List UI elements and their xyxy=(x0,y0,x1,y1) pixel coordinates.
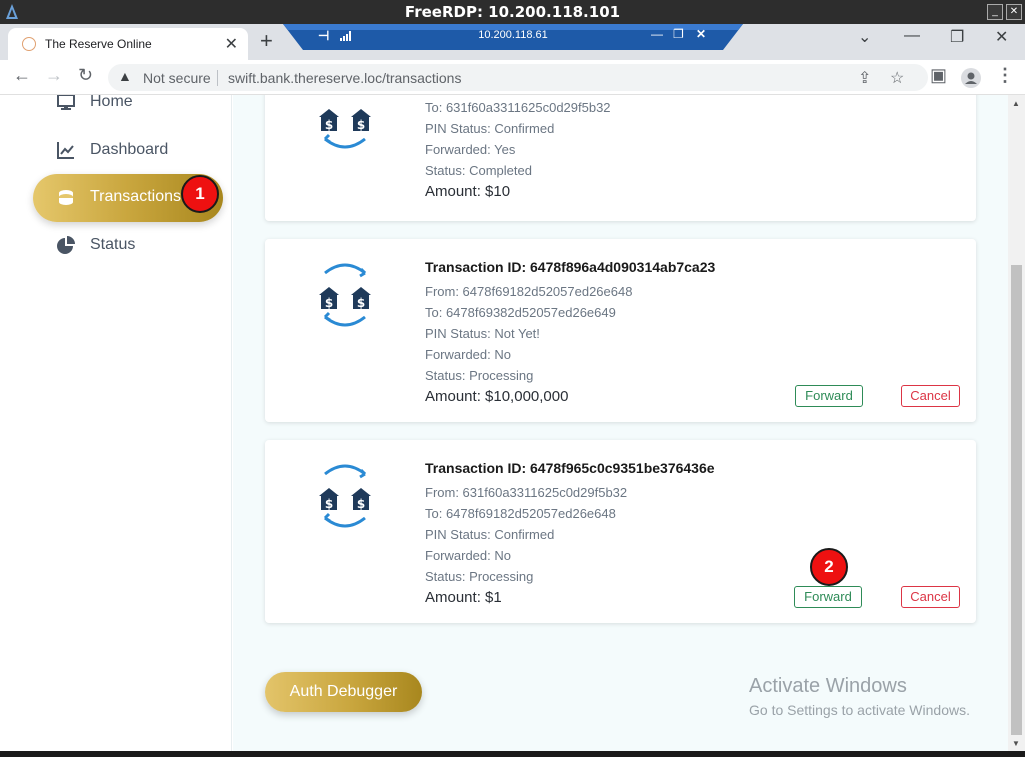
transaction-status: Status: Processing xyxy=(425,569,534,584)
site-favicon-icon xyxy=(22,37,36,51)
svg-text:$: $ xyxy=(357,118,365,132)
omnibox-divider xyxy=(217,70,218,86)
forward-arrow-icon[interactable]: → xyxy=(45,65,63,86)
transaction-status: Status: Completed xyxy=(425,163,532,178)
profile-avatar-icon[interactable] xyxy=(961,68,981,88)
bookmark-star-icon[interactable]: ☆ xyxy=(890,68,904,88)
tab-search-icon[interactable]: ⌄ xyxy=(858,27,871,47)
sidebar-item-label: Transactions xyxy=(90,188,181,205)
restore-window-button[interactable]: ❐ xyxy=(950,27,964,47)
svg-text:$: $ xyxy=(357,497,365,511)
transaction-from: From: 631f60a3311625c0d29f5b32 xyxy=(425,485,628,500)
sidebar-item-label: Dashboard xyxy=(90,141,169,158)
scroll-thumb[interactable] xyxy=(1011,265,1022,735)
main-content: $ $ To: 631f60a3311625c0d29f5b32 PIN Sta… xyxy=(233,95,1008,751)
omnibox[interactable]: ▲ Not secure swift.bank.thereserve.loc/t… xyxy=(108,64,928,91)
transaction-amount: Amount: $10,000,000 xyxy=(425,388,569,405)
sidebar-item-label: Status xyxy=(90,236,136,253)
transaction-amount: Amount: $10 xyxy=(425,183,511,200)
window-bottom-edge xyxy=(0,751,1025,757)
bank-transfer-icon: $ $ xyxy=(319,109,371,149)
cancel-button[interactable]: Cancel xyxy=(901,586,960,608)
side-panel-icon[interactable]: ▣ xyxy=(930,65,947,86)
transaction-status: Status: Processing xyxy=(425,368,534,383)
transaction-forwarded: Forwarded: No xyxy=(425,347,511,362)
address-bar: ← → ↻ ▲ Not secure swift.bank.thereserve… xyxy=(0,60,1025,95)
transaction-card: $ $ To: 631f60a3311625c0d29f5b32 PIN Sta… xyxy=(265,95,976,221)
rdp-close-button[interactable]: ✕ xyxy=(1006,4,1022,20)
conn-restore-icon[interactable]: ❐ xyxy=(673,27,684,41)
monitor-icon xyxy=(57,95,75,110)
pie-chart-icon xyxy=(57,236,75,254)
transaction-details: Transaction ID: 6478f896a4d090314ab7ca23… xyxy=(425,259,715,408)
cancel-button[interactable]: Cancel xyxy=(901,385,960,407)
watermark-title: Activate Windows xyxy=(749,675,907,697)
sidebar-item-home[interactable]: Home xyxy=(33,95,223,127)
svg-text:$: $ xyxy=(325,118,333,132)
rdp-title-bar: FreeRDP: 10.200.118.101 _ ✕ xyxy=(0,0,1025,24)
transaction-card: $ $ Transaction ID: 6478f965c0c9351be376… xyxy=(265,440,976,623)
back-arrow-icon[interactable]: ← xyxy=(13,65,31,86)
transaction-to: To: 6478f69182d52057ed26e648 xyxy=(425,506,616,521)
svg-text:$: $ xyxy=(325,296,333,310)
browser-menu-icon[interactable]: ⋮ xyxy=(996,65,1014,86)
watermark-subtitle: Go to Settings to activate Windows. xyxy=(749,702,970,718)
transaction-pin-status: PIN Status: Confirmed xyxy=(425,527,555,542)
svg-text:$: $ xyxy=(325,497,333,511)
sidebar-item-dashboard[interactable]: Dashboard xyxy=(33,127,223,175)
auth-debugger-button[interactable]: Auth Debugger xyxy=(265,672,422,712)
svg-text:$: $ xyxy=(357,296,365,310)
bank-transfer-icon: $ $ xyxy=(319,263,371,327)
scroll-up-icon[interactable]: ▲ xyxy=(1012,99,1020,108)
warning-triangle-icon[interactable]: ▲ xyxy=(118,68,132,84)
annotation-badge-1: 1 xyxy=(181,175,219,213)
browser-tab[interactable]: The Reserve Online ✕ xyxy=(8,28,248,60)
forward-button[interactable]: Forward xyxy=(795,385,863,407)
sidebar: Home Dashboard Transactions Status 1 xyxy=(0,95,232,751)
url-path: /transactions xyxy=(382,70,462,86)
rdp-title: FreeRDP: 10.200.118.101 xyxy=(404,3,621,21)
scroll-down-icon[interactable]: ▼ xyxy=(1012,739,1020,748)
activate-windows-watermark: Activate Windows Go to Settings to activ… xyxy=(749,675,970,718)
url-host: swift.bank.thereserve.loc xyxy=(228,70,383,86)
sidebar-item-status[interactable]: Status xyxy=(33,222,223,270)
transaction-details: Transaction ID: 6478f965c0c9351be376436e… xyxy=(425,460,715,609)
minimize-window-button[interactable]: — xyxy=(904,27,920,45)
sidebar-item-label: Home xyxy=(90,95,133,110)
bank-transfer-icon: $ $ xyxy=(319,464,371,528)
transaction-pin-status: PIN Status: Not Yet! xyxy=(425,326,540,341)
transaction-amount: Amount: $1 xyxy=(425,589,502,606)
conn-minimize-icon[interactable]: — xyxy=(651,27,663,41)
tab-close-icon[interactable]: ✕ xyxy=(225,34,238,54)
reload-icon[interactable]: ↻ xyxy=(78,65,93,86)
close-window-button[interactable]: ✕ xyxy=(995,27,1008,47)
transaction-forwarded: Forwarded: Yes xyxy=(425,142,516,157)
security-status[interactable]: Not secure xyxy=(143,70,211,86)
annotation-badge-2: 2 xyxy=(810,548,848,586)
transaction-id: Transaction ID: 6478f896a4d090314ab7ca23 xyxy=(425,259,716,275)
conn-close-icon[interactable]: ✕ xyxy=(696,27,706,41)
share-icon[interactable]: ⇪ xyxy=(858,68,871,88)
transaction-to: To: 6478f69382d52057ed26e649 xyxy=(425,305,616,320)
transaction-card: $ $ Transaction ID: 6478f896a4d090314ab7… xyxy=(265,239,976,422)
url-text[interactable]: swift.bank.thereserve.loc/transactions xyxy=(228,70,461,86)
tab-title: The Reserve Online xyxy=(45,37,152,51)
new-tab-button[interactable]: + xyxy=(260,28,273,54)
chart-line-icon xyxy=(57,142,74,159)
page-viewport: Home Dashboard Transactions Status 1 $ $… xyxy=(0,95,1008,751)
transaction-forwarded: Forwarded: No xyxy=(425,548,511,563)
transaction-details: To: 631f60a3311625c0d29f5b32 PIN Status:… xyxy=(425,97,611,203)
transaction-pin-status: PIN Status: Confirmed xyxy=(425,121,555,136)
remote-connection-bar: ⊣ 10.200.118.61 — ❐ ✕ xyxy=(283,24,743,50)
coins-icon xyxy=(59,190,73,205)
transaction-id: Transaction ID: 6478f965c0c9351be376436e xyxy=(425,460,715,476)
page-scrollbar[interactable]: ▲ ▼ xyxy=(1008,95,1025,751)
transaction-from: From: 6478f69182d52057ed26e648 xyxy=(425,284,633,299)
forward-button[interactable]: Forward xyxy=(794,586,862,608)
rdp-minimize-button[interactable]: _ xyxy=(987,4,1003,20)
transaction-to: To: 631f60a3311625c0d29f5b32 xyxy=(425,100,611,115)
